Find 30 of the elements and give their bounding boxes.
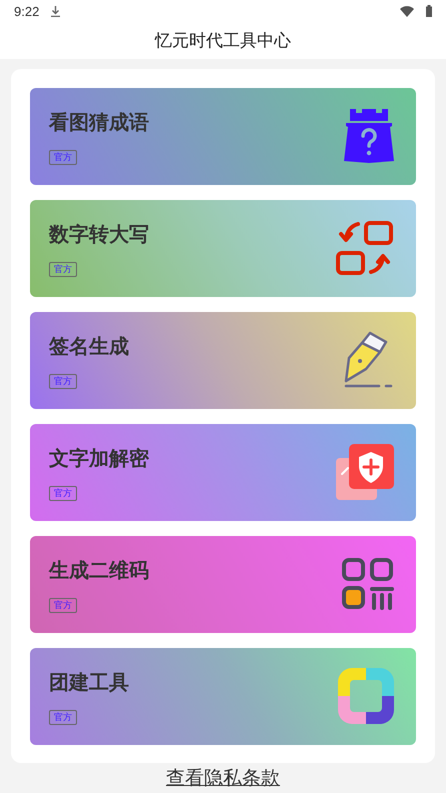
tool-card[interactable]: 生成二维码 官方 [30, 536, 416, 632]
privacy-link[interactable]: 查看隐私条款 [166, 764, 280, 793]
tool-title: 数字转大写 [49, 222, 149, 248]
tool-card[interactable]: 团建工具 官方 [30, 648, 416, 744]
tool-card[interactable]: 文字加解密 官方 [30, 424, 416, 520]
wifi-icon [400, 6, 414, 17]
tool-title: 签名生成 [49, 334, 129, 360]
official-tag: 官方 [49, 262, 77, 276]
tool-title: 生成二维码 [49, 558, 149, 584]
official-tag: 官方 [49, 486, 77, 500]
app-title: 忆元时代工具中心 [155, 30, 291, 52]
official-tag: 官方 [49, 598, 77, 612]
status-time: 9:22 [14, 2, 40, 21]
official-tag: 官方 [49, 150, 77, 164]
official-tag: 官方 [49, 710, 77, 724]
tool-card[interactable]: 看图猜成语 官方 [30, 88, 416, 184]
tool-title: 文字加解密 [49, 446, 149, 472]
tool-card[interactable]: 签名生成 官方 [30, 312, 416, 408]
official-tag: 官方 [49, 374, 77, 388]
hands-ring-icon [338, 668, 394, 724]
swap-squares-icon [336, 221, 394, 275]
tool-title: 看图猜成语 [49, 110, 149, 136]
qr-code-icon [342, 558, 394, 610]
download-icon [51, 6, 60, 17]
battery-icon [426, 5, 432, 18]
bag-question-icon [344, 109, 394, 163]
shield-plus-icon [336, 444, 394, 500]
tool-title: 团建工具 [49, 670, 129, 696]
pen-nib-icon [344, 331, 394, 389]
tool-card[interactable]: 数字转大写 官方 [30, 200, 416, 296]
